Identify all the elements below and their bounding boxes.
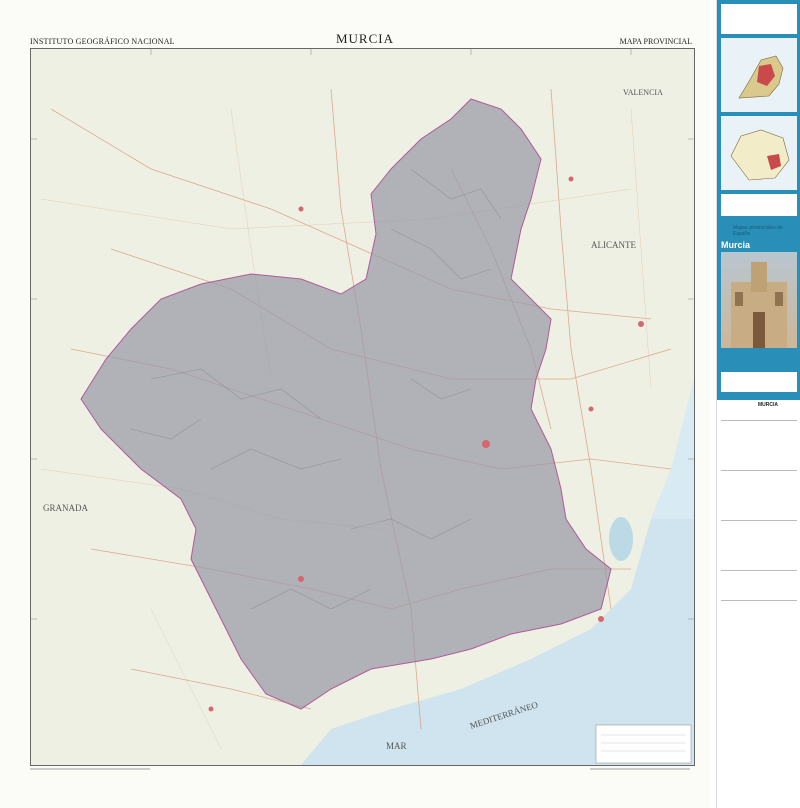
- town-marker: [588, 406, 594, 412]
- location-minimap-2: [721, 116, 797, 190]
- map-canvas[interactable]: VALENCIA ALICANTE GRANADA MAR MEDITERRÁN…: [31, 49, 694, 765]
- town-marker: [598, 616, 604, 622]
- legend-rule: [721, 470, 797, 471]
- town-marker: [298, 576, 304, 582]
- legend-province-name: MURCIA: [758, 402, 778, 408]
- lagoon: [609, 517, 633, 561]
- town-marker: [482, 440, 490, 448]
- footer-note-left: [30, 768, 150, 770]
- sea-area-east: [651, 379, 694, 519]
- map-frame[interactable]: VALENCIA ALICANTE GRANADA MAR MEDITERRÁN…: [30, 48, 695, 766]
- legend-rule: [721, 570, 797, 571]
- murcia-province: [80, 98, 612, 710]
- cover-info-box: [721, 194, 797, 216]
- town-marker: [298, 206, 304, 212]
- info-inset: [595, 724, 692, 764]
- cover-header-box: [721, 4, 797, 34]
- cover-title: Murcia: [721, 240, 751, 250]
- map-title: MURCIA: [335, 31, 394, 46]
- legend-rule: [721, 520, 797, 521]
- town-marker: [568, 176, 574, 182]
- map-sheet: INSTITUTO GEOGRÁFICO NACIONAL MURCIA MAP…: [0, 0, 710, 808]
- minimap-2-drawing: [730, 129, 790, 181]
- location-minimap-1: [721, 38, 797, 112]
- logos-box: [721, 372, 797, 392]
- town-marker: [208, 706, 214, 712]
- cover-photo: [721, 252, 797, 348]
- series-title: Mapas provinciales de España: [733, 225, 783, 237]
- town-marker: [638, 321, 644, 327]
- footer-note-right: [590, 768, 690, 770]
- label-granada: GRANADA: [43, 503, 89, 513]
- map-type-label: MAPA PROVINCIAL: [619, 37, 692, 46]
- label-mar: MAR: [386, 741, 407, 751]
- label-alicante: ALICANTE: [591, 240, 636, 250]
- cathedral-illustration: [731, 262, 787, 348]
- publisher-label: INSTITUTO GEOGRÁFICO NACIONAL: [30, 37, 175, 46]
- legend-rule: [721, 600, 797, 601]
- legend-rule: [721, 420, 797, 421]
- label-valencia: VALENCIA: [623, 88, 663, 97]
- minimap-1-drawing: [738, 55, 784, 99]
